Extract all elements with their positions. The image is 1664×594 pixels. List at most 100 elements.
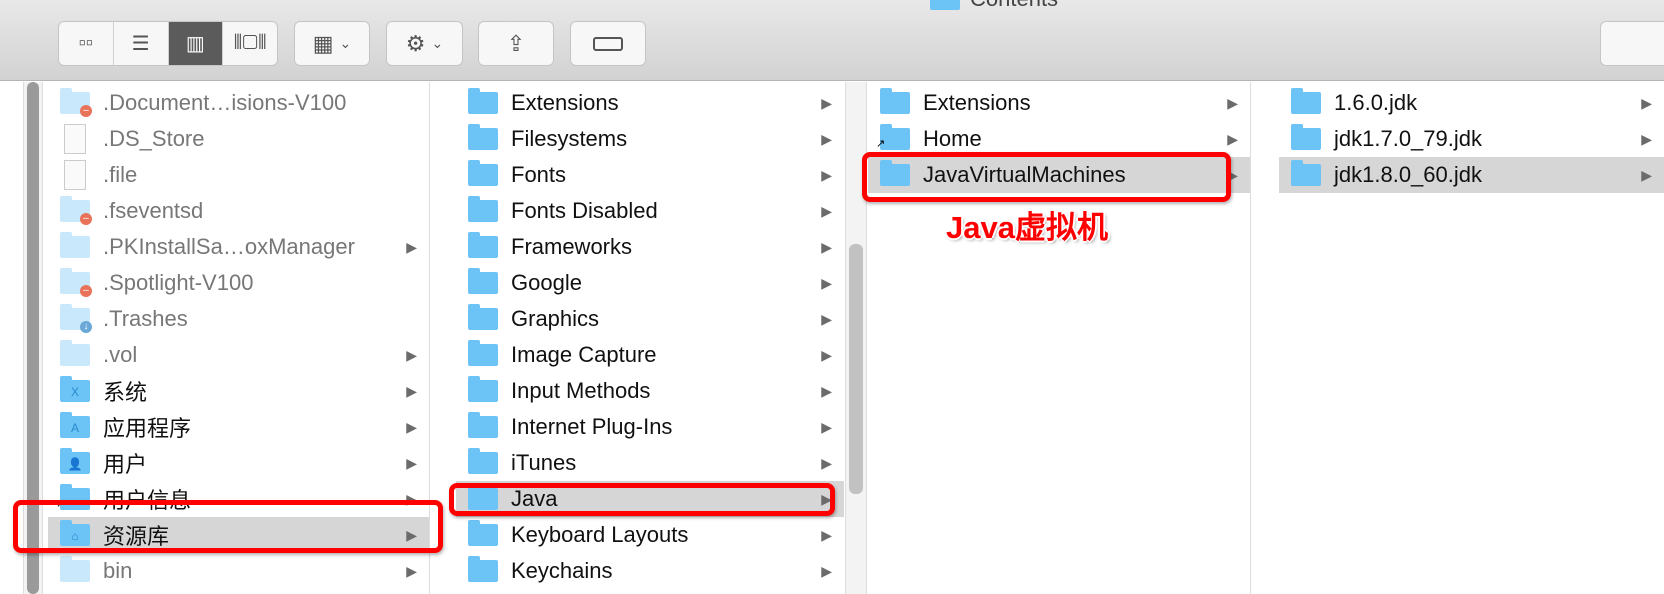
list-item[interactable]: Keyboard Layouts ▶ [456,517,844,553]
list-item[interactable]: Keychains ▶ [456,553,844,589]
disclosure-arrow-icon: ▶ [1227,94,1238,111]
disclosure-arrow-icon: ▶ [406,418,417,435]
item-label: Fonts [511,162,567,187]
list-view-button[interactable]: ☰ [114,22,169,65]
list-item[interactable]: .DS_Store [48,121,429,157]
disclosure-arrow-icon: ▶ [821,526,832,543]
item-label: Fonts Disabled [511,198,658,223]
grid-icon: ▦ [312,30,334,56]
action-button[interactable]: ⚙ ⌄ [386,21,463,66]
list-item[interactable]: jdk1.8.0_60.jdk ▶ [1279,157,1664,193]
disclosure-arrow-icon: ▶ [406,346,417,363]
disclosure-arrow-icon: ▶ [406,238,417,255]
list-item[interactable]: ↓ .Trashes [48,301,429,337]
path-item[interactable]: Contents [930,0,1058,12]
disclosure-arrow-icon: ▶ [821,202,832,219]
list-item[interactable]: jdk1.7.0_79.jdk ▶ [1279,121,1664,157]
item-label: iTunes [511,450,577,475]
folder-icon: A [60,412,90,438]
disclosure-arrow-icon: ▶ [821,382,832,399]
item-label: Internet Plug-Ins [511,414,673,439]
item-label: Input Methods [511,378,651,403]
scroll-thumb[interactable] [849,244,863,494]
list-item[interactable]: – .Document…isions-V100 [48,85,429,121]
item-label: Filesystems [511,126,628,151]
disclosure-arrow-icon: ▶ [406,382,417,399]
download-badge-icon: ↓ [80,321,92,333]
file-icon [64,160,86,190]
list-item[interactable]: Fonts ▶ [456,157,844,193]
path-item-label: Contents [970,0,1058,12]
list-item[interactable]: Internet Plug-Ins ▶ [456,409,844,445]
item-label: 系统 [103,380,148,405]
highlight-box-library [13,500,443,553]
folder-icon [468,376,498,402]
icon-view-button[interactable]: ▫▫ [59,22,114,65]
list-item[interactable]: Frameworks ▶ [456,229,844,265]
folder-icon [1291,88,1321,114]
share-button[interactable]: ⇪ [478,21,554,66]
list-item[interactable]: 1.6.0.jdk ▶ [1279,85,1664,121]
tag-button[interactable] [570,21,646,66]
item-label: .vol [103,342,138,367]
chevron-down-icon: ⌄ [431,35,444,51]
list-item[interactable]: X 系统 ▶ [48,373,429,409]
column-view-button[interactable]: ▥ [168,22,224,65]
item-label: Extensions [923,90,1031,115]
list-item[interactable]: – .fseventsd [48,193,429,229]
disclosure-arrow-icon: ▶ [821,166,832,183]
gear-icon: ⚙ [405,30,426,56]
minus-badge-icon: – [80,285,92,297]
folder-icon: – [60,88,92,117]
folder-icon [468,448,498,474]
folder-icon [60,232,90,258]
item-label: Home [923,126,982,151]
list-item[interactable]: iTunes ▶ [456,445,844,481]
disclosure-arrow-icon: ▶ [821,346,832,363]
list-item[interactable]: Filesystems ▶ [456,121,844,157]
disclosure-arrow-icon: ▶ [821,418,832,435]
list-item[interactable]: Google ▶ [456,265,844,301]
list-item[interactable]: Graphics ▶ [456,301,844,337]
item-label: 用户 [103,452,148,477]
folder-icon [468,88,498,114]
item-label: .Spotlight-V100 [103,270,254,295]
disclosure-arrow-icon: ▶ [406,454,417,471]
folder-icon: 👤 [60,448,90,474]
minus-badge-icon: – [80,213,92,225]
annotation-label: Java虚拟机 [946,210,1108,245]
list-item[interactable]: Extensions ▶ [456,85,844,121]
item-label: 1.6.0.jdk [1334,90,1418,115]
folder-icon [1291,160,1321,186]
disclosure-arrow-icon: ▶ [821,94,832,111]
arrange-button[interactable]: ▦ ⌄ [294,21,370,66]
disclosure-arrow-icon: ▶ [1641,166,1652,183]
disclosure-arrow-icon: ▶ [821,562,832,579]
list-item[interactable]: – .Spotlight-V100 [48,265,429,301]
item-label: .Document…isions-V100 [103,90,347,115]
search-button[interactable] [1600,21,1664,66]
highlight-box-java [449,483,835,516]
item-label: .fseventsd [103,198,204,223]
list-item[interactable]: Fonts Disabled ▶ [456,193,844,229]
item-label: .DS_Store [103,126,205,151]
item-label: Keyboard Layouts [511,522,689,547]
folder-icon [1291,124,1321,150]
disclosure-arrow-icon: ▶ [1641,94,1652,111]
item-label: Graphics [511,306,600,331]
folder-icon: – [60,196,92,225]
disclosure-arrow-icon: ▶ [821,454,832,471]
folder-icon: – [60,268,92,297]
cover-flow-view-button[interactable]: ⫴▢⫴ [223,22,277,65]
list-item[interactable]: .file [48,157,429,193]
list-item[interactable]: Extensions ▶ [868,85,1250,121]
list-item[interactable]: A 应用程序 ▶ [48,409,429,445]
list-item[interactable]: Image Capture ▶ [456,337,844,373]
folder-icon [60,556,90,582]
list-item[interactable]: 👤 用户 ▶ [48,445,429,481]
chevron-down-icon: ⌄ [339,35,352,51]
list-item[interactable]: .vol ▶ [48,337,429,373]
list-item[interactable]: .PKInstallSa…oxManager ▶ [48,229,429,265]
list-item[interactable]: Input Methods ▶ [456,373,844,409]
list-item[interactable]: bin ▶ [48,553,429,589]
